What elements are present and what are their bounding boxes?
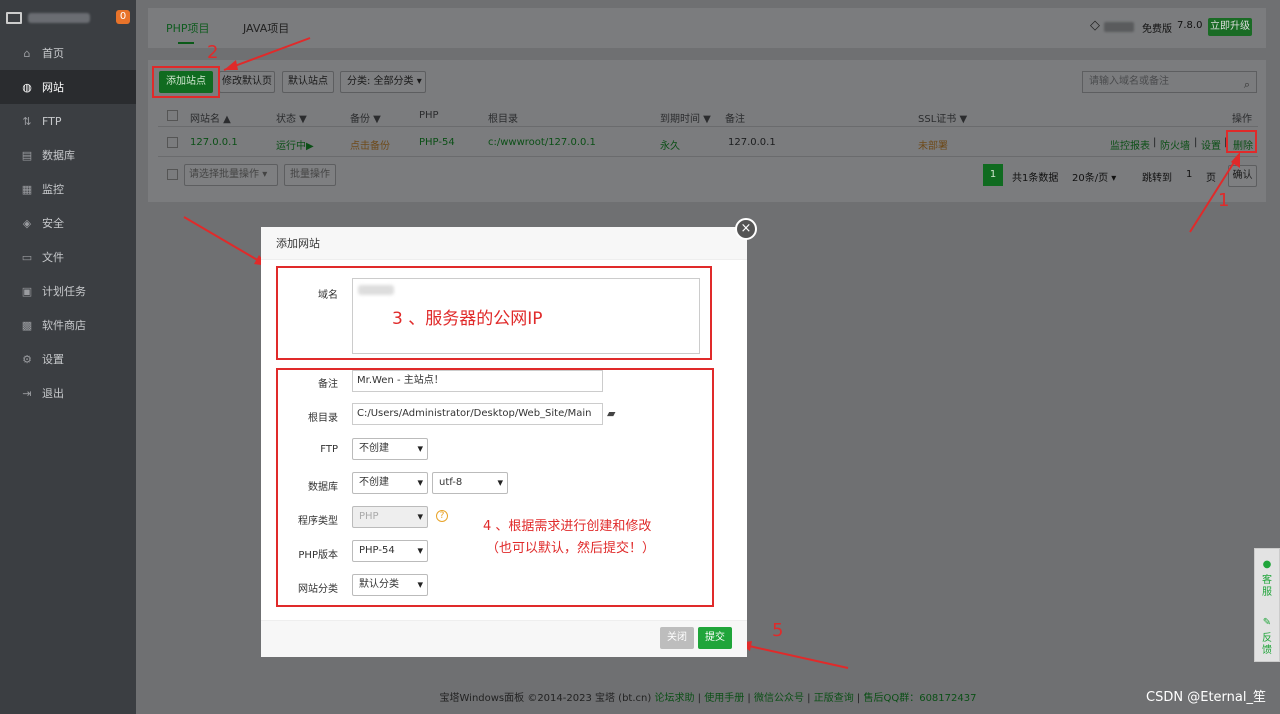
arrow-line [739,643,849,669]
watermark: CSDN @Eternal_笙 [1146,690,1266,705]
manual-link[interactable]: 使用手册 [704,693,744,704]
service-icon[interactable]: ● [1255,559,1279,571]
qq-group: 售后QQ群：608172437 [863,693,977,704]
arrow-line [1189,155,1239,233]
edit-icon[interactable]: ✎ [1255,617,1279,629]
dialog-close-button[interactable]: 关闭 [660,627,694,649]
feedback-button[interactable]: 反馈 [1261,633,1273,657]
footer-separator: | [747,693,751,704]
footer: 宝塔Windows面板 ©2014-2023 宝塔 (bt.cn) 论坛求助 |… [136,684,1280,714]
submit-button[interactable]: 提交 [698,627,732,649]
verify-link[interactable]: 正版查询 [814,693,854,704]
annotation-box-options [276,368,714,607]
customer-service-button[interactable]: 客服 [1261,575,1273,599]
dialog-title: 添加网站 [261,227,747,260]
copyright: 宝塔Windows面板 ©2014-2023 宝塔 (bt.cn) [439,693,652,704]
footer-separator: | [807,693,811,704]
wechat-link[interactable]: 微信公众号 [754,693,804,704]
arrow-head [224,60,238,70]
close-icon[interactable]: × [735,218,757,240]
side-float-panel: ● 客服 ✎ 反馈 [1254,548,1280,662]
forum-link[interactable]: 论坛求助 [654,693,694,704]
arrow-line [183,216,267,266]
annotation-box-domain [276,266,712,360]
footer-separator: | [697,693,702,704]
footer-separator: | [856,693,861,704]
